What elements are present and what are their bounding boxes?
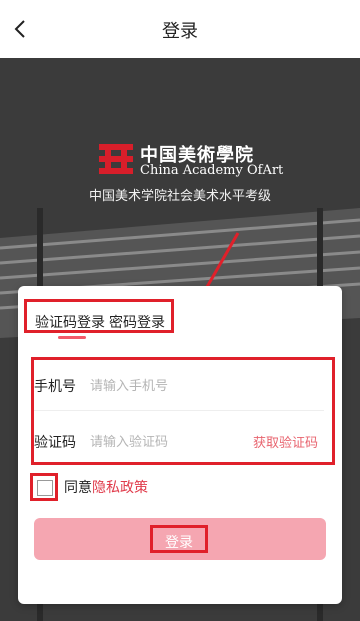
phone-row: 手机号 [34, 370, 324, 400]
page-title: 登录 [162, 21, 198, 42]
privacy-policy-link[interactable]: 隐私政策 [92, 477, 148, 497]
active-tab-indicator [58, 336, 86, 339]
logo-name-en: China Academy OfArt [140, 163, 284, 178]
code-row: 验证码 获取验证码 [34, 426, 324, 456]
top-bar: 登录 [0, 0, 360, 59]
phone-label: 手机号 [34, 379, 76, 395]
login-button[interactable]: 登录 [34, 518, 326, 560]
agree-label: 同意 [64, 480, 92, 496]
agree-checkbox[interactable] [30, 473, 58, 501]
exam-subtitle: 中国美术学院社会美术水平考级 [88, 189, 271, 204]
tab-sms-login[interactable]: 验证码登录 [35, 312, 105, 332]
phone-input[interactable] [88, 372, 242, 400]
code-input[interactable] [88, 428, 242, 456]
row-divider [34, 410, 324, 411]
login-button-label: 登录 [165, 535, 193, 551]
get-code-button[interactable]: 获取验证码 [253, 432, 318, 451]
tab-password-login[interactable]: 密码登录 [109, 312, 165, 332]
code-label: 验证码 [34, 435, 76, 451]
login-card: 验证码登录 密码登录 手机号 验证码 获取验证码 同意 隐私政策 登录 [18, 286, 342, 604]
checkbox-square [37, 480, 53, 496]
academy-logo-icon [99, 144, 133, 174]
login-highlight: 登录 [150, 525, 208, 553]
